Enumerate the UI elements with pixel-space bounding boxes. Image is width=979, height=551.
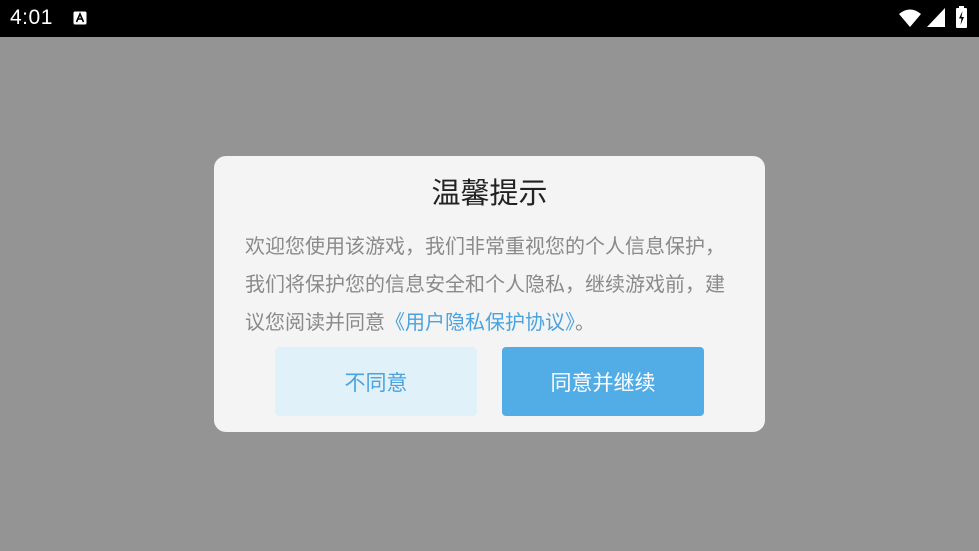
a-notification-icon bbox=[73, 11, 87, 25]
disagree-button[interactable]: 不同意 bbox=[275, 347, 477, 416]
wifi-icon bbox=[899, 9, 921, 27]
status-bar: 4:01 bbox=[0, 0, 979, 37]
message-end: 。 bbox=[575, 310, 595, 334]
battery-charging-icon bbox=[956, 6, 967, 28]
dialog-title: 温馨提示 bbox=[431, 176, 548, 210]
dialog-message: 欢迎您使用该游戏，我们非常重视您的个人信息保护，我们将保护您的信息安全和个人隐私… bbox=[245, 227, 735, 341]
privacy-agreement-link[interactable]: 《用户隐私保护协议》 bbox=[385, 310, 575, 334]
status-time: 4:01 bbox=[10, 6, 53, 29]
privacy-dialog: 温馨提示 欢迎您使用该游戏，我们非常重视您的个人信息保护，我们将保护您的信息安全… bbox=[214, 156, 765, 432]
signal-icon bbox=[927, 8, 945, 27]
agree-continue-button[interactable]: 同意并继续 bbox=[502, 347, 704, 416]
